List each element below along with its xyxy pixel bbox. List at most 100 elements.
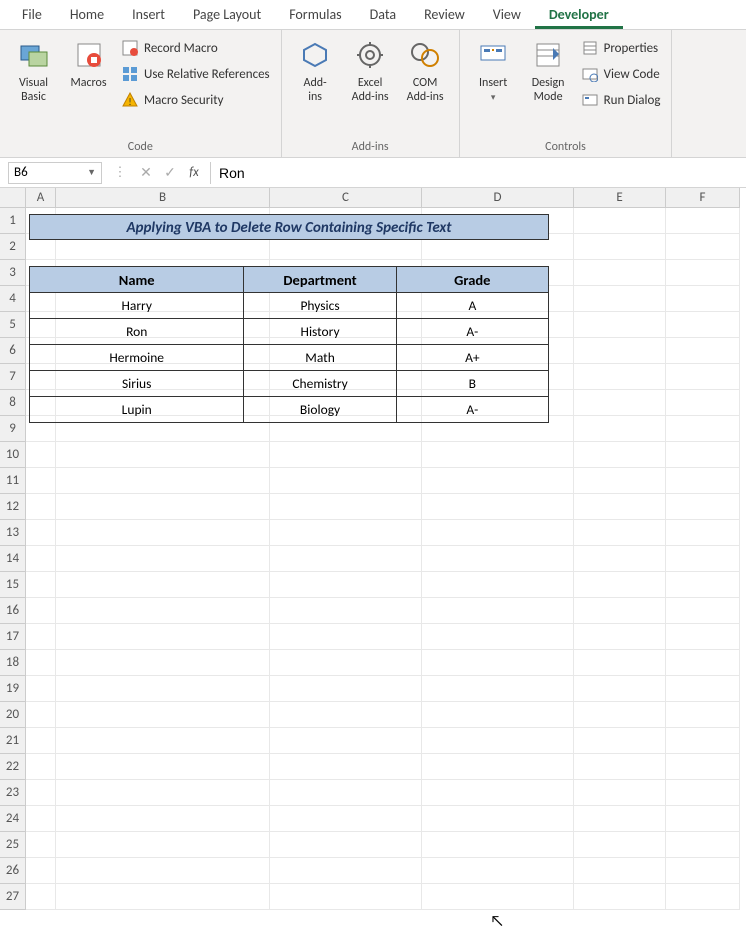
tab-data[interactable]: Data — [356, 0, 410, 29]
row-head[interactable]: 19 — [0, 676, 26, 702]
cell[interactable]: Chemistry — [244, 371, 396, 397]
row-head[interactable]: 18 — [0, 650, 26, 676]
macros-icon — [72, 38, 106, 72]
row-head[interactable]: 23 — [0, 780, 26, 806]
header-name[interactable]: Name — [30, 267, 244, 293]
cancel-icon[interactable]: ✕ — [134, 164, 158, 181]
row-head[interactable]: 6 — [0, 338, 26, 364]
row-head[interactable]: 16 — [0, 598, 26, 624]
row-head[interactable]: 7 — [0, 364, 26, 390]
row-head[interactable]: 3 — [0, 260, 26, 286]
cell[interactable]: History — [244, 319, 396, 345]
header-dept[interactable]: Department — [244, 267, 396, 293]
row-head[interactable]: 1 — [0, 208, 26, 234]
tab-file[interactable]: File — [8, 0, 56, 29]
fx-icon[interactable]: fx — [182, 165, 206, 180]
column-headers: A B C D E F — [26, 188, 746, 208]
insert-control-button[interactable]: Insert ▾ — [466, 34, 521, 107]
view-code-icon — [581, 65, 599, 83]
cell[interactable]: A+ — [396, 345, 548, 371]
cell[interactable]: A- — [396, 319, 548, 345]
tab-formulas[interactable]: Formulas — [275, 0, 355, 29]
record-macro-button[interactable]: Record Macro — [116, 36, 275, 60]
macro-security-label: Macro Security — [144, 93, 223, 108]
col-head-b[interactable]: B — [56, 188, 270, 208]
row-head[interactable]: 8 — [0, 390, 26, 416]
row-head[interactable]: 24 — [0, 806, 26, 832]
row-head[interactable]: 26 — [0, 858, 26, 884]
record-macro-label: Record Macro — [144, 41, 218, 56]
col-head-a[interactable]: A — [26, 188, 56, 208]
use-relative-button[interactable]: Use Relative References — [116, 62, 275, 86]
formula-input[interactable] — [210, 162, 746, 184]
tab-page-layout[interactable]: Page Layout — [179, 0, 275, 29]
row-head[interactable]: 2 — [0, 234, 26, 260]
row-head[interactable]: 13 — [0, 520, 26, 546]
cell[interactable]: B — [396, 371, 548, 397]
tab-home[interactable]: Home — [56, 0, 118, 29]
addins-button[interactable]: Add- ins — [288, 34, 343, 108]
row-head[interactable]: 5 — [0, 312, 26, 338]
row-headers: 1234567891011121314151617181920212223242… — [0, 208, 26, 910]
com-addins-button[interactable]: COM Add-ins — [398, 34, 453, 108]
data-table: Name Department Grade HarryPhysicsA RonH… — [29, 266, 549, 423]
name-box[interactable]: B6 ▼ — [8, 162, 102, 184]
visual-basic-icon — [17, 38, 51, 72]
col-head-f[interactable]: F — [666, 188, 740, 208]
row-head[interactable]: 15 — [0, 572, 26, 598]
view-code-label: View Code — [604, 67, 660, 82]
table-row: LupinBiologyA- — [30, 397, 549, 423]
visual-basic-button[interactable]: Visual Basic — [6, 34, 61, 108]
view-code-button[interactable]: View Code — [576, 62, 666, 86]
run-dialog-button[interactable]: Run Dialog — [576, 88, 666, 112]
row-head[interactable]: 20 — [0, 702, 26, 728]
chevron-down-icon[interactable]: ▼ — [87, 167, 96, 178]
row-head[interactable]: 21 — [0, 728, 26, 754]
cell[interactable]: Harry — [30, 293, 244, 319]
row-head[interactable]: 25 — [0, 832, 26, 858]
record-macro-icon — [121, 39, 139, 57]
cell[interactable]: A- — [396, 397, 548, 423]
group-controls-label: Controls — [466, 137, 666, 157]
sheet-title[interactable]: Applying VBA to Delete Row Containing Sp… — [29, 214, 549, 240]
excel-addins-button[interactable]: Excel Add-ins — [343, 34, 398, 108]
cell[interactable]: Biology — [244, 397, 396, 423]
cell[interactable]: Hermoine — [30, 345, 244, 371]
row-head[interactable]: 4 — [0, 286, 26, 312]
cell[interactable]: Physics — [244, 293, 396, 319]
properties-icon — [581, 39, 599, 57]
enter-icon[interactable]: ✓ — [158, 164, 182, 181]
cell[interactable]: Lupin — [30, 397, 244, 423]
cell[interactable]: Ron — [30, 319, 244, 345]
row-head[interactable]: 14 — [0, 546, 26, 572]
col-head-c[interactable]: C — [270, 188, 422, 208]
run-dialog-label: Run Dialog — [604, 93, 661, 108]
macro-security-button[interactable]: ! Macro Security — [116, 88, 275, 112]
row-head[interactable]: 22 — [0, 754, 26, 780]
addins-icon — [298, 38, 332, 72]
cell[interactable]: Sirius — [30, 371, 244, 397]
tab-view[interactable]: View — [479, 0, 535, 29]
row-head[interactable]: 27 — [0, 884, 26, 910]
cell[interactable]: A — [396, 293, 548, 319]
row-head[interactable]: 12 — [0, 494, 26, 520]
design-mode-button[interactable]: Design Mode — [521, 34, 576, 108]
com-addins-icon — [408, 38, 442, 72]
col-head-e[interactable]: E — [574, 188, 666, 208]
col-head-d[interactable]: D — [422, 188, 574, 208]
select-all-corner[interactable] — [0, 188, 26, 208]
cell[interactable]: Math — [244, 345, 396, 371]
insert-control-icon — [476, 38, 510, 72]
properties-button[interactable]: Properties — [576, 36, 666, 60]
row-head[interactable]: 10 — [0, 442, 26, 468]
tab-review[interactable]: Review — [410, 0, 479, 29]
row-head[interactable]: 11 — [0, 468, 26, 494]
tab-insert[interactable]: Insert — [118, 0, 179, 29]
row-head[interactable]: 17 — [0, 624, 26, 650]
tab-developer[interactable]: Developer — [535, 0, 623, 29]
group-code-label: Code — [6, 137, 275, 157]
table-row: SiriusChemistryB — [30, 371, 549, 397]
row-head[interactable]: 9 — [0, 416, 26, 442]
header-grade[interactable]: Grade — [396, 267, 548, 293]
macros-button[interactable]: Macros — [61, 34, 116, 94]
